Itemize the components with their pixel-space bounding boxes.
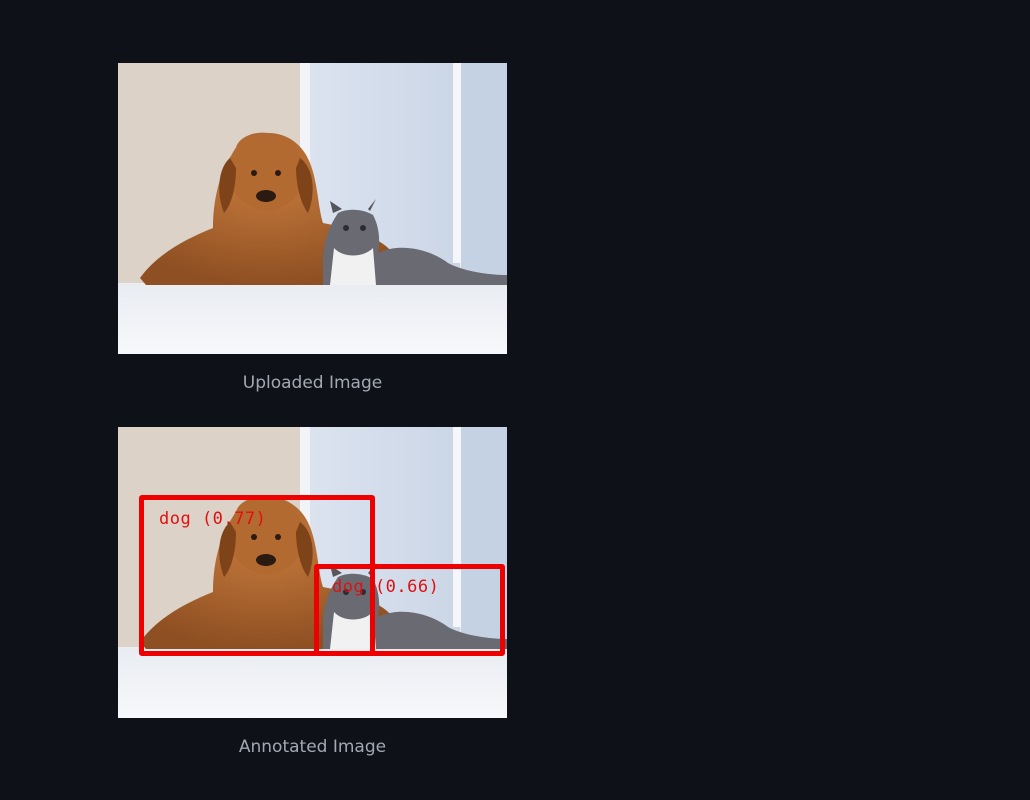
detection-label: dog (0.77): [159, 509, 267, 529]
uploaded-image: [118, 63, 507, 354]
app-main: Uploaded Image dog (0.77) dog (0.66) Ann…: [0, 0, 1030, 800]
uploaded-image-figure: Uploaded Image: [118, 63, 507, 394]
detection-label: dog (0.66): [332, 577, 440, 597]
annotated-image: dog (0.77) dog (0.66): [118, 427, 507, 718]
annotated-image-caption: Annotated Image: [238, 737, 387, 757]
uploaded-image-caption: Uploaded Image: [242, 373, 383, 393]
annotated-image-figure: dog (0.77) dog (0.66) Annotated Image: [118, 427, 507, 758]
dog-cat-photo: [118, 63, 507, 354]
